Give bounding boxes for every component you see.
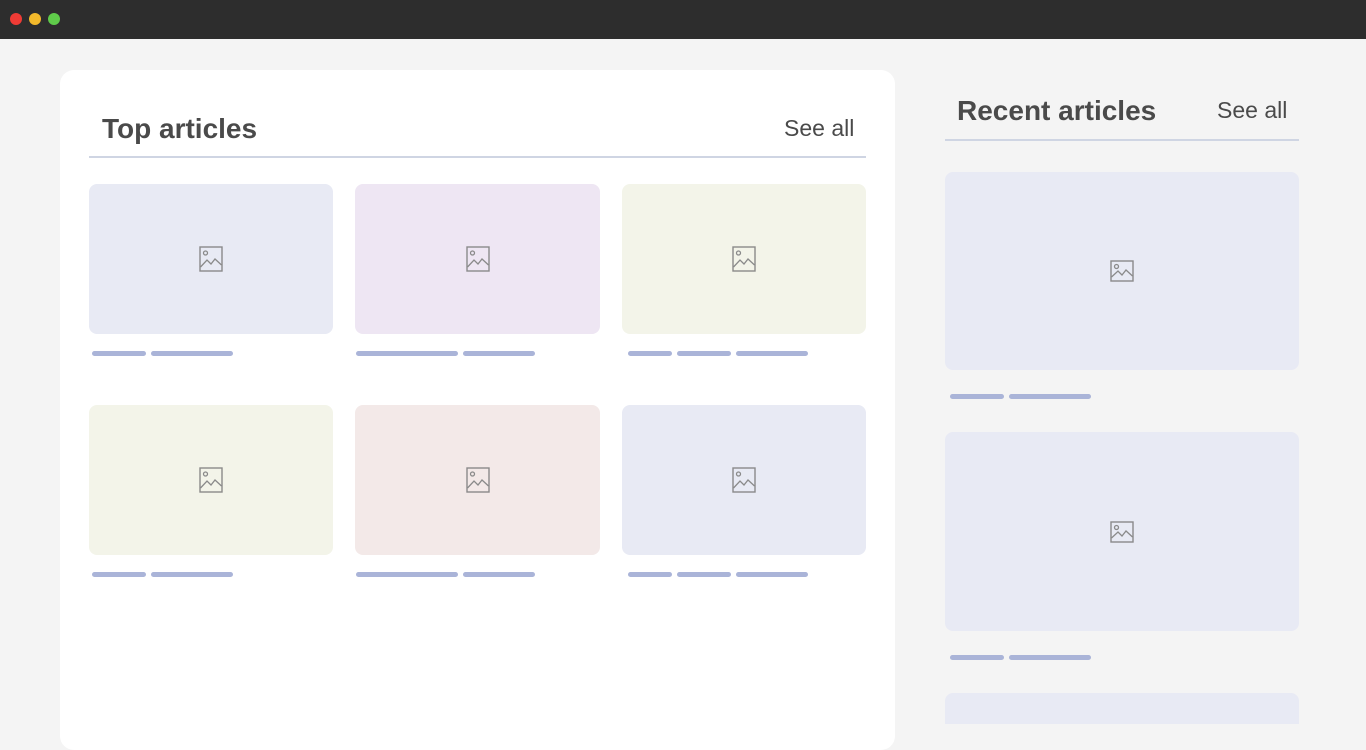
article-title-placeholder xyxy=(92,572,146,577)
top-articles-see-all-link[interactable]: See all xyxy=(784,117,854,140)
window-titlebar xyxy=(0,0,1366,39)
image-icon xyxy=(732,246,756,272)
image-icon xyxy=(199,467,223,493)
article-meta-placeholder xyxy=(736,351,808,356)
recent-articles-divider xyxy=(945,139,1299,141)
article-title-placeholder xyxy=(92,351,146,356)
article-title-placeholder xyxy=(950,394,1004,399)
image-icon xyxy=(465,246,490,272)
article-thumbnail[interactable] xyxy=(945,172,1299,370)
minimize-window-button[interactable] xyxy=(29,13,41,25)
recent-articles-see-all-link[interactable]: See all xyxy=(1217,99,1287,122)
image-icon xyxy=(732,467,756,493)
article-meta-placeholder xyxy=(151,572,233,577)
image-icon xyxy=(1110,260,1134,282)
article-title-placeholder xyxy=(356,572,458,577)
recent-articles-title: Recent articles xyxy=(957,95,1157,126)
article-thumbnail[interactable] xyxy=(945,693,1299,724)
article-meta-placeholder xyxy=(677,572,731,577)
article-meta-placeholder xyxy=(151,351,233,356)
article-title-placeholder xyxy=(356,351,458,356)
article-title-placeholder xyxy=(628,351,672,356)
top-articles-divider xyxy=(89,156,866,158)
article-meta-placeholder xyxy=(463,351,535,356)
image-icon xyxy=(465,467,490,493)
article-thumbnail[interactable] xyxy=(355,405,600,555)
top-articles-title: Top articles xyxy=(102,113,258,144)
article-meta-placeholder xyxy=(1009,655,1091,660)
top-articles-panel: Top articles See all xyxy=(60,70,895,750)
article-thumbnail[interactable] xyxy=(945,432,1299,631)
article-thumbnail[interactable] xyxy=(89,405,333,555)
article-title-placeholder xyxy=(950,655,1004,660)
article-title-placeholder xyxy=(628,572,672,577)
article-meta-placeholder xyxy=(1009,394,1091,399)
article-meta-placeholder xyxy=(463,572,535,577)
article-meta-placeholder xyxy=(677,351,731,356)
image-icon xyxy=(1110,520,1134,543)
article-thumbnail[interactable] xyxy=(89,184,333,334)
article-thumbnail[interactable] xyxy=(355,184,600,334)
article-meta-placeholder xyxy=(736,572,808,577)
article-thumbnail[interactable] xyxy=(622,184,866,334)
close-window-button[interactable] xyxy=(10,13,22,25)
article-thumbnail[interactable] xyxy=(622,405,866,555)
image-icon xyxy=(199,246,223,272)
zoom-window-button[interactable] xyxy=(48,13,60,25)
